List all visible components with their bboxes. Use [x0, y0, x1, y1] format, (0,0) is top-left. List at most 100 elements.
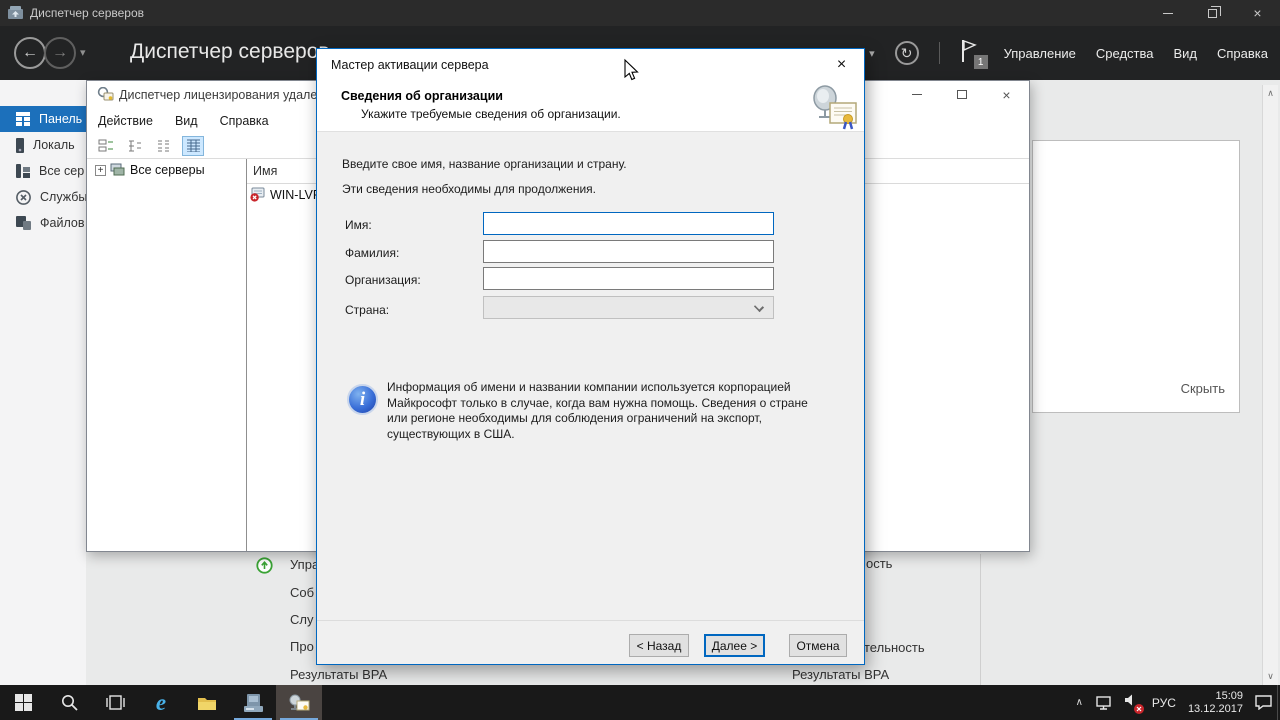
toolbar-list-view-button[interactable] — [182, 136, 204, 156]
vertical-scrollbar[interactable]: ∧ ∨ — [1262, 85, 1278, 685]
tile-link-services[interactable]: Слу — [290, 612, 313, 627]
refresh-icon: ↻ — [901, 46, 913, 60]
nav-dropdown-caret-icon[interactable]: ▾ — [80, 46, 86, 59]
search-icon — [61, 694, 78, 711]
hide-button[interactable]: Скрыть — [1181, 381, 1225, 396]
all-servers-icon — [16, 164, 30, 178]
folder-icon — [197, 695, 217, 711]
tile-link-events[interactable]: Соб — [290, 585, 314, 600]
next-button[interactable]: Далее > — [704, 634, 765, 657]
file-explorer-button[interactable] — [184, 685, 230, 720]
toolbar-collapse-button[interactable] — [124, 136, 146, 156]
licensing-app-icon — [97, 87, 114, 102]
wizard-subheading: Укажите требуемые сведения об организаци… — [361, 107, 621, 121]
licensing-minimize-button[interactable] — [894, 81, 939, 108]
tile-link-performance-2[interactable]: тельность — [864, 640, 925, 655]
refresh-button[interactable]: ↻ — [895, 41, 919, 65]
wizard-intro-line1: Введите свое имя, название организации и… — [342, 157, 627, 171]
action-center-icon[interactable] — [1255, 695, 1272, 710]
tree-expand-icon[interactable]: + — [95, 165, 106, 176]
wizard-info-text: Информация об имени и названии компании … — [387, 380, 815, 442]
clock-date: 13.12.2017 — [1188, 703, 1243, 716]
menu-manage[interactable]: Управление — [1004, 46, 1076, 61]
licensing-menu-action[interactable]: Действие — [87, 114, 164, 128]
licensing-menu-view[interactable]: Вид — [164, 114, 209, 128]
sidebar-item-label: Службы — [40, 190, 86, 204]
task-view-button[interactable] — [92, 685, 138, 720]
sidebar-item-rds-services[interactable]: Службы — [0, 184, 86, 210]
sidebar-item-label: Все сер — [39, 164, 84, 178]
tray-overflow-chevron-icon[interactable]: ∧ — [1076, 697, 1083, 708]
server-manager-sidebar: Панель Локаль Все сер Службы — [0, 80, 86, 685]
taskbar-search-button[interactable] — [46, 685, 92, 720]
first-name-input[interactable] — [483, 212, 774, 235]
rd-licensing-taskbar-button[interactable] — [276, 685, 322, 720]
mouse-cursor — [620, 58, 642, 82]
back-button[interactable]: ← — [14, 37, 46, 69]
desktop: Диспетчер серверов × ← → ▾ Диспетчер сер… — [0, 0, 1280, 720]
sidebar-item-label: Локаль — [33, 138, 75, 152]
restore-button[interactable] — [1190, 0, 1235, 26]
sidebar-item-dashboard[interactable]: Панель — [0, 106, 86, 132]
back-button[interactable]: < Назад — [629, 634, 689, 657]
organization-input[interactable] — [483, 267, 774, 290]
server-manager-icon — [244, 694, 263, 712]
maximize-icon — [957, 90, 967, 99]
volume-muted-button[interactable] — [1124, 693, 1140, 712]
scroll-down-icon[interactable]: ∨ — [1263, 671, 1278, 682]
info-glyph: i — [360, 389, 365, 411]
internet-explorer-icon: e — [156, 691, 166, 714]
activation-wizard-dialog: Мастер активации сервера × Сведения об о… — [316, 48, 865, 665]
tile-link-manageability-2[interactable]: ость — [866, 556, 892, 571]
services-icon — [16, 190, 31, 205]
licensing-maximize-button[interactable] — [939, 81, 984, 108]
cancel-button[interactable]: Отмена — [789, 634, 847, 657]
page-title: Диспетчер серверов — [130, 40, 330, 64]
menu-tools[interactable]: Средства — [1096, 46, 1154, 61]
file-services-icon — [16, 216, 31, 230]
country-select[interactable] — [483, 296, 774, 319]
taskbar-clock[interactable]: 15:09 13.12.2017 — [1188, 690, 1243, 716]
wizard-close-button[interactable]: × — [819, 49, 864, 80]
task-details-panel: Скрыть — [1032, 140, 1240, 413]
licensing-close-button[interactable]: × — [984, 81, 1029, 108]
notifications-flag-button[interactable]: 1 — [960, 39, 984, 67]
tile-link-bpa-results-2[interactable]: Результаты BPA — [792, 667, 889, 682]
last-name-input[interactable] — [483, 240, 774, 263]
menu-view[interactable]: Вид — [1173, 46, 1197, 61]
sidebar-item-label: Панель — [39, 112, 82, 126]
collapse-icon — [127, 139, 143, 153]
licensing-tree-panel: + Все серверы — [87, 159, 246, 551]
server-group-icon — [110, 163, 126, 177]
windows-start-icon — [15, 694, 32, 711]
sidebar-item-file-services[interactable]: Файлов — [0, 210, 86, 236]
scroll-up-icon[interactable]: ∧ — [1263, 88, 1278, 99]
sidebar-item-all-servers[interactable]: Все сер — [0, 158, 86, 184]
tile-link-performance[interactable]: Про — [290, 639, 314, 654]
licensing-menu-help[interactable]: Справка — [209, 114, 280, 128]
sidebar-item-local-server[interactable]: Локаль — [0, 132, 86, 158]
minimize-icon — [1163, 13, 1173, 14]
server-manager-taskbar-button[interactable] — [230, 685, 276, 720]
info-icon: i — [347, 384, 378, 415]
close-button[interactable]: × — [1235, 0, 1280, 26]
internet-explorer-button[interactable]: e — [138, 685, 184, 720]
licensing-window-title: Диспетчер лицензирования удаленн — [119, 88, 331, 102]
wizard-header: Сведения об организации Укажите требуемы… — [317, 81, 864, 131]
network-icon[interactable] — [1095, 696, 1112, 710]
header-caret-icon[interactable]: ▾ — [869, 47, 875, 60]
minimize-button[interactable] — [1145, 0, 1190, 26]
tree-item-all-servers[interactable]: + Все серверы — [95, 163, 205, 177]
toolbar-expand-all-button[interactable] — [153, 136, 175, 156]
toolbar-refresh-tree-button[interactable] — [95, 136, 117, 156]
tile-column-divider — [980, 554, 981, 685]
start-button[interactable] — [0, 685, 46, 720]
tile-link-manageability[interactable]: Упра — [290, 557, 319, 572]
refresh-tree-icon — [98, 139, 114, 153]
menu-help[interactable]: Справка — [1217, 46, 1268, 61]
organization-label: Организация: — [345, 273, 421, 287]
tile-link-bpa-results[interactable]: Результаты BPA — [290, 667, 387, 682]
forward-button[interactable]: → — [44, 37, 76, 69]
language-indicator[interactable]: РУС — [1152, 696, 1176, 710]
minimize-icon — [912, 94, 922, 95]
